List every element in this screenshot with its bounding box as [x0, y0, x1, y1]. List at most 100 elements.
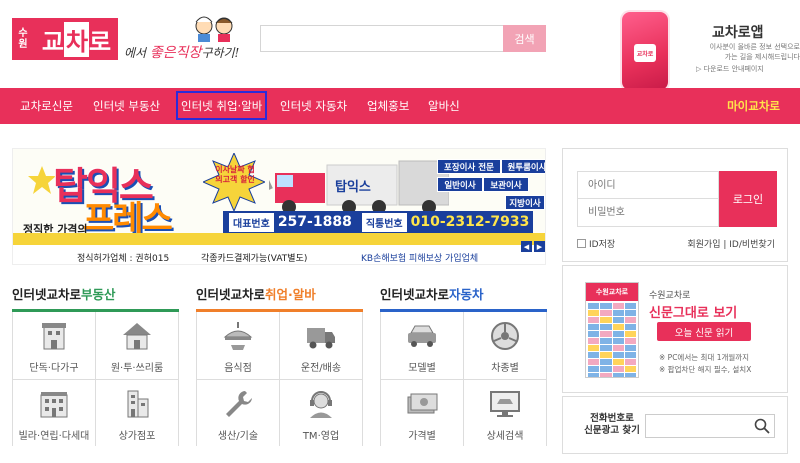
- category-item-label: 차종별: [491, 363, 519, 374]
- newspaper-note-2: ※ 팝업차단 해지 필수, 설치X: [659, 365, 752, 374]
- my-gyocharo-link[interactable]: 마이교차로: [727, 88, 780, 124]
- app-promo[interactable]: 교차로 교차로앱 이사분이 올바른 정보 선택으로 가는 길을 제시해드립니다 …: [600, 6, 800, 90]
- service-tag: 일반이사: [437, 177, 483, 192]
- category-item-telemarketing[interactable]: TM·영업: [280, 380, 363, 446]
- newspaper-thumb-body: [586, 301, 638, 377]
- app-desc-line-1: 이사분이 올바른 정보 선택으로: [709, 43, 800, 51]
- category-item-label: 상가점포: [118, 431, 156, 442]
- logo-wordmark: 교 차 로: [34, 18, 118, 60]
- category-item-label: 단독·다가구: [29, 363, 79, 374]
- category-item-production[interactable]: 생산/기술: [197, 380, 280, 446]
- join-link[interactable]: 회원가입: [687, 240, 720, 250]
- logo-region-top: 수: [18, 28, 28, 39]
- category-item-price[interactable]: 가격별: [381, 380, 464, 446]
- svg-text:탑익스: 탑익스: [335, 179, 371, 195]
- category-item-label: TM·영업: [302, 431, 340, 442]
- home-icon: [123, 323, 151, 350]
- phone-search-label-1: 전화번호로: [590, 413, 634, 424]
- newspaper-thumbnail[interactable]: 수원교차로: [585, 282, 639, 378]
- category-item-delivery[interactable]: 운전/배송: [280, 312, 363, 380]
- app-desc-line-2: 가는 길을 제시해드립니다: [724, 53, 800, 61]
- login-panel: 로그인 ID저장 회원가입 | ID/비번찾기: [562, 148, 788, 262]
- login-links: 회원가입 | ID/비번찾기: [687, 237, 775, 250]
- banner-license: 정식허가업체 : 권허015: [77, 254, 170, 264]
- nav-item-newspaper[interactable]: 교차로신문: [20, 88, 73, 124]
- nav-item-jobs[interactable]: 인터넷 취업·알바: [176, 91, 268, 120]
- site-logo[interactable]: 수 원 교 차 로: [12, 18, 118, 60]
- wrench-icon: [226, 391, 252, 417]
- read-today-button[interactable]: 오늘 신문 읽기: [657, 322, 751, 341]
- logo-region: 수 원: [12, 18, 34, 60]
- category-item-detail-search[interactable]: 상세검색: [464, 380, 547, 446]
- car-icon: [408, 325, 436, 347]
- newspaper-subtitle: 수원교차로: [649, 291, 691, 301]
- id-input[interactable]: [577, 171, 719, 199]
- phone-search-label: 전화번호로 신문광고 찾기: [577, 413, 647, 437]
- logo-region-bottom: 원: [18, 39, 28, 50]
- truck-icon: 탑익스: [269, 160, 449, 214]
- ad-banner[interactable]: 탑익스 프레스 정직한 가격의 이사날짜 협의고객 할인 탑익스 포장이사 전문…: [12, 148, 546, 265]
- phone-label-direct: 직통번호: [361, 212, 407, 232]
- mascot-icon: [195, 16, 233, 42]
- checkbox-icon[interactable]: [577, 239, 586, 248]
- logo-char-2: 차: [63, 21, 90, 57]
- logo-char-3: 로: [89, 27, 111, 56]
- phone-search-panel: 전화번호로 신문광고 찾기: [562, 396, 788, 454]
- save-id-checkbox[interactable]: ID저장: [577, 237, 615, 250]
- search-icon[interactable]: [753, 417, 771, 435]
- app-logo-icon: 교차로: [634, 44, 656, 62]
- category-item-villa[interactable]: 빌라·연립·다세대: [13, 380, 96, 446]
- category-item-label: 운전/배송: [300, 363, 342, 374]
- newspaper-thumb-title: 수원교차로: [586, 283, 638, 301]
- password-input[interactable]: [577, 199, 719, 227]
- main-nav: 교차로신문 인터넷 부동산 인터넷 취업·알바 인터넷 자동차 업체홍보 알바신…: [0, 88, 800, 124]
- service-tag: 원투룸이사: [501, 159, 545, 174]
- category-item-label: 생산/기술: [217, 431, 259, 442]
- phone-number-main: 257-1888: [277, 214, 352, 230]
- newspaper-panel: 수원교차로 수원교차로 신문그대로 보기 오늘 신문 읽기 ※ PC에서는 최대…: [562, 265, 788, 393]
- nav-item-cars[interactable]: 인터넷 자동차: [280, 88, 347, 124]
- app-download-link[interactable]: ▷ 다운로드 안내페이지: [696, 64, 764, 74]
- category-item-restaurant[interactable]: 음식점: [197, 312, 280, 380]
- banner-card-info: 각종카드결제가능(VAT별도): [201, 254, 308, 264]
- category-grid: 음식점 운전/배송 생산/기술 TM·영업: [196, 312, 363, 446]
- category-item-model[interactable]: 모델별: [381, 312, 464, 380]
- category-grid: 단독·다가구 원·투·쓰리룸 빌라·연립·다세대 상가점포: [12, 312, 179, 446]
- category-grid: 모델별 차종별 가격별 상세검색: [380, 312, 547, 446]
- nav-item-realestate[interactable]: 인터넷 부동산: [93, 88, 160, 124]
- category-item-rooms[interactable]: 원·투·쓰리룸: [96, 312, 179, 380]
- category-item-store[interactable]: 상가점포: [96, 380, 179, 446]
- category-item-detached[interactable]: 단독·다가구: [13, 312, 96, 380]
- link-separator: |: [720, 240, 730, 250]
- app-title: 교차로앱: [712, 25, 764, 41]
- category-title-prefix: 인터넷교차로: [196, 287, 266, 302]
- category-item-label: 음식점: [224, 363, 252, 374]
- truck-icon: [307, 328, 335, 349]
- nav-item-albashin[interactable]: 알바신: [428, 88, 460, 124]
- category-title-prefix: 인터넷교차로: [380, 287, 450, 302]
- category-item-type[interactable]: 차종별: [464, 312, 547, 380]
- money-icon: [407, 393, 438, 414]
- slogan-part-1: 에서: [124, 46, 150, 60]
- category-title-prefix: 인터넷교차로: [12, 287, 82, 302]
- category-cars: 인터넷교차로자동차 모델별 차종별 가격별 상세검색: [380, 285, 547, 446]
- monitor-car-icon: [490, 391, 520, 417]
- search-button[interactable]: 검색: [503, 25, 546, 52]
- newspaper-note-1: ※ PC에서는 최대 1개월까지: [659, 353, 750, 362]
- nav-item-business[interactable]: 업체홍보: [367, 88, 409, 124]
- category-title[interactable]: 인터넷교차로자동차: [380, 285, 547, 305]
- house-icon: [42, 323, 66, 350]
- phone-mockup-icon: 교차로: [622, 12, 668, 90]
- slogan-part-3: 구하기!: [201, 46, 240, 60]
- newspaper-title: 신문그대로 보기: [649, 306, 738, 321]
- category-title[interactable]: 인터넷교차로부동산: [12, 285, 179, 305]
- category-title-accent: 취업·알바: [265, 287, 316, 302]
- category-title[interactable]: 인터넷교차로취업·알바: [196, 285, 363, 305]
- find-account-link[interactable]: ID/비번찾기: [729, 240, 775, 250]
- login-button[interactable]: 로그인: [719, 171, 777, 227]
- phone-search-label-2: 신문광고 찾기: [584, 425, 640, 436]
- food-icon: [223, 322, 253, 350]
- category-item-label: 상세검색: [486, 431, 524, 442]
- search-input[interactable]: [260, 25, 503, 52]
- category-item-label: 가격별: [408, 431, 436, 442]
